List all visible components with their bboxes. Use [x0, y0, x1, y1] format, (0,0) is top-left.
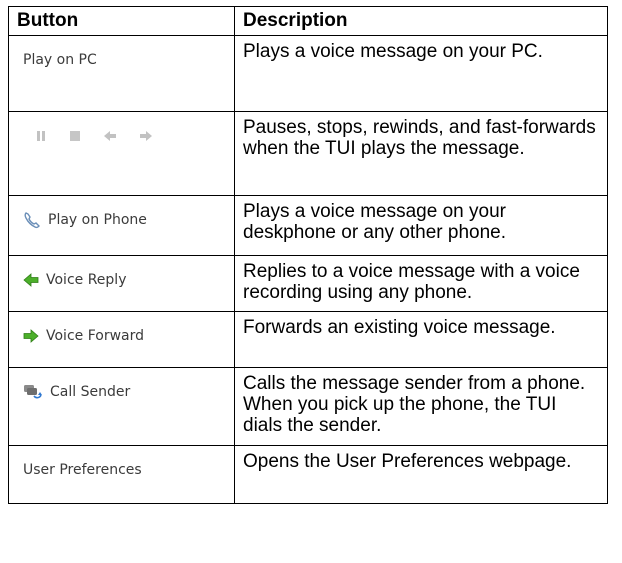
- description-cell: Pauses, stops, rewinds, and fast-forward…: [234, 111, 608, 196]
- call-sender-icon: [23, 383, 43, 401]
- table-row: Call Sender Calls the message sender fro…: [8, 367, 608, 446]
- play-on-pc-button[interactable]: Play on PC: [19, 48, 101, 72]
- table-header-row: Button Description: [8, 6, 608, 36]
- voice-reply-label: Voice Reply: [46, 272, 127, 288]
- play-on-phone-label: Play on Phone: [48, 212, 147, 228]
- table-row: Play on PC Plays a voice message on your…: [8, 35, 608, 112]
- playback-controls: [19, 130, 224, 142]
- play-on-pc-label: Play on PC: [23, 52, 97, 68]
- button-cell: Call Sender: [8, 367, 235, 446]
- play-on-phone-button[interactable]: Play on Phone: [19, 208, 151, 232]
- green-arrow-right-icon: [23, 329, 39, 343]
- description-cell: Plays a voice message on your deskphone …: [234, 195, 608, 256]
- description-cell: Forwards an existing voice message.: [234, 311, 608, 368]
- call-sender-label: Call Sender: [50, 384, 131, 400]
- table-row: Pauses, stops, rewinds, and fast-forward…: [8, 111, 608, 196]
- table-row: User Preferences Opens the User Preferen…: [8, 445, 608, 504]
- table-row: Play on Phone Plays a voice message on y…: [8, 195, 608, 256]
- button-cell: Play on Phone: [8, 195, 235, 256]
- voice-reply-button[interactable]: Voice Reply: [19, 268, 130, 292]
- table-row: Voice Reply Replies to a voice message w…: [8, 255, 608, 312]
- phone-handset-icon: [23, 211, 41, 229]
- description-cell: Plays a voice message on your PC.: [234, 35, 608, 112]
- button-cell: Voice Forward: [8, 311, 235, 368]
- stop-icon[interactable]: [69, 130, 81, 142]
- call-sender-button[interactable]: Call Sender: [19, 380, 134, 404]
- user-preferences-button[interactable]: User Preferences: [19, 458, 146, 482]
- voice-forward-button[interactable]: Voice Forward: [19, 324, 148, 348]
- header-description: Description: [234, 6, 608, 36]
- green-arrow-left-icon: [23, 273, 39, 287]
- button-cell: [8, 111, 235, 196]
- button-description-table: Button Description Play on PC Plays a vo…: [8, 6, 608, 504]
- pause-icon[interactable]: [35, 130, 47, 142]
- description-cell: Calls the message sender from a phone. W…: [234, 367, 608, 446]
- fast-forward-icon[interactable]: [139, 130, 153, 142]
- user-preferences-label: User Preferences: [23, 462, 142, 478]
- description-cell: Replies to a voice message with a voice …: [234, 255, 608, 312]
- table-row: Voice Forward Forwards an existing voice…: [8, 311, 608, 368]
- header-button: Button: [8, 6, 235, 36]
- button-cell: Play on PC: [8, 35, 235, 112]
- button-cell: User Preferences: [8, 445, 235, 504]
- button-cell: Voice Reply: [8, 255, 235, 312]
- voice-forward-label: Voice Forward: [46, 328, 145, 344]
- description-cell: Opens the User Preferences webpage.: [234, 445, 608, 504]
- rewind-icon[interactable]: [103, 130, 117, 142]
